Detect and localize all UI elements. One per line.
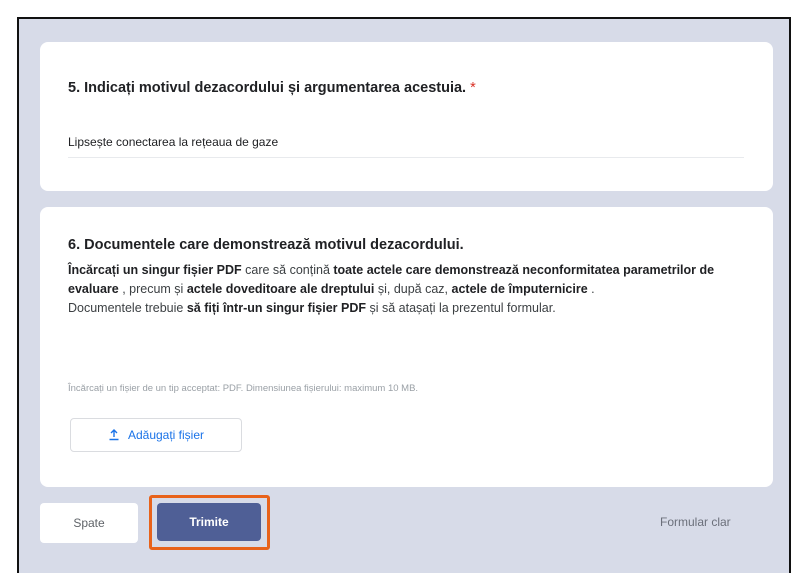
question-6-card: 6. Documentele care demonstrează motivul… bbox=[40, 207, 773, 487]
question-5-card: 5. Indicați motivul dezacordului și argu… bbox=[40, 42, 773, 191]
required-marker: * bbox=[470, 80, 476, 96]
back-button[interactable]: Spate bbox=[40, 503, 138, 543]
screenshot-frame: 5. Indicați motivul dezacordului și argu… bbox=[17, 17, 791, 573]
question-5-title: 5. Indicați motivul dezacordului și argu… bbox=[68, 80, 476, 96]
clear-form-link[interactable]: Formular clar bbox=[660, 515, 731, 529]
add-file-button[interactable]: Adăugați fișier bbox=[70, 418, 242, 452]
submit-button[interactable]: Trimite bbox=[157, 503, 261, 541]
add-file-label: Adăugați fișier bbox=[127, 428, 205, 442]
form-background: 5. Indicați motivul dezacordului și argu… bbox=[19, 19, 789, 573]
file-upload-hint: Încărcați un fișier de un tip acceptat: … bbox=[68, 383, 419, 394]
question-6-description: Încărcați un singur fișier PDF care să c… bbox=[68, 263, 715, 315]
question-5-answer-field[interactable]: Lipsește conectarea la rețeaua de gaze bbox=[68, 135, 744, 158]
question-6-title: 6. Documentele care demonstrează motivul… bbox=[68, 237, 464, 253]
upload-icon bbox=[108, 429, 120, 441]
